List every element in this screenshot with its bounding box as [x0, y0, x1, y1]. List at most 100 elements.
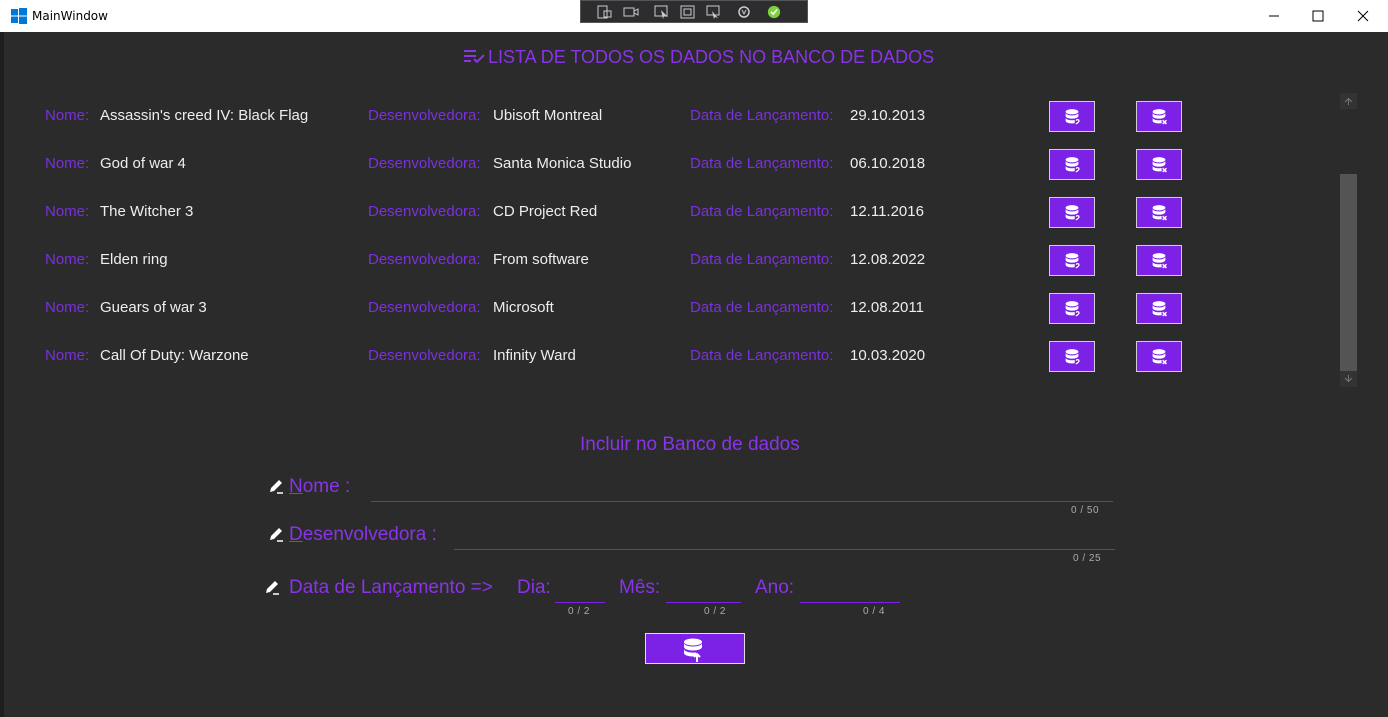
game-release-date: 10.03.2020: [850, 347, 926, 364]
year-char-counter: 0 / 4: [863, 606, 885, 617]
release-label: Data de Lançamento:: [690, 107, 834, 124]
day-char-counter: 0 / 2: [568, 606, 590, 617]
name-field-label: Nome :: [289, 476, 351, 497]
scroll-down-button[interactable]: [1340, 371, 1357, 387]
edit-record-button[interactable]: [1049, 341, 1095, 372]
maximize-icon[interactable]: [1307, 6, 1329, 26]
database-edit-icon: [1065, 253, 1080, 269]
game-name: Call Of Duty: Warzone: [100, 347, 249, 364]
database-edit-icon: [1065, 349, 1080, 365]
game-row: Nome: The Witcher 3 Desenvolvedora: CD Proj…: [0, 197, 1340, 229]
delete-record-button[interactable]: [1136, 149, 1182, 180]
game-row: Nome: Assassin's creed IV: Black Flag Dese…: [0, 101, 1340, 133]
day-input[interactable]: [555, 602, 605, 603]
edit-record-button[interactable]: [1049, 293, 1095, 324]
page-title: LISTA DE TODOS OS DADOS NO BANCO DE DADO…: [488, 47, 935, 67]
name-label: Nome:: [45, 251, 90, 268]
edit-record-button[interactable]: [1049, 245, 1095, 276]
month-input[interactable]: [666, 602, 741, 603]
close-icon[interactable]: [1352, 6, 1374, 26]
game-name: God of war 4: [100, 155, 186, 172]
edit-record-button[interactable]: [1049, 149, 1095, 180]
developer-label: Desenvolvedora:: [368, 155, 481, 172]
game-name: The Witcher 3: [100, 203, 194, 220]
delete-record-button[interactable]: [1136, 197, 1182, 228]
live-tree-icon[interactable]: [597, 5, 613, 19]
day-label: Dia:: [517, 577, 551, 598]
game-name: Assassin's creed IV: Black Flag: [100, 107, 309, 124]
database-edit-icon: [1065, 109, 1080, 125]
title-bar: MainWindow: [0, 0, 1388, 32]
developer-label: Desenvolvedora:: [368, 107, 481, 124]
game-developer: CD Project Red: [493, 203, 598, 220]
hot-reload-icon[interactable]: [736, 5, 752, 19]
release-label: Data de Lançamento:: [690, 251, 834, 268]
name-char-counter: 0 / 50: [1071, 505, 1100, 516]
month-char-counter: 0 / 2: [704, 606, 726, 617]
pencil-icon: [270, 480, 283, 494]
track-focus-icon[interactable]: [706, 5, 722, 19]
database-remove-icon: [1152, 349, 1167, 365]
game-name: Guears of war 3: [100, 299, 207, 316]
display-adorners-icon[interactable]: [680, 5, 696, 19]
arrow-up-icon: [1344, 97, 1353, 105]
arrow-down-icon: [1344, 375, 1353, 383]
game-developer: Infinity Ward: [493, 347, 576, 364]
main-content: [4, 32, 1387, 714]
game-developer: Ubisoft Montreal: [493, 107, 603, 124]
select-element-icon[interactable]: [654, 5, 670, 19]
xaml-debug-toolbar: [580, 0, 808, 23]
edit-record-button[interactable]: [1049, 197, 1095, 228]
database-remove-icon: [1152, 301, 1167, 317]
windows-logo-icon: [11, 8, 27, 24]
delete-record-button[interactable]: [1136, 101, 1182, 132]
scrollbar-thumb[interactable]: [1340, 174, 1357, 371]
name-label: Nome:: [45, 155, 90, 172]
game-release-date: 29.10.2013: [850, 107, 926, 124]
year-input[interactable]: [800, 602, 900, 603]
game-developer: Santa Monica Studio: [493, 155, 632, 172]
delete-record-button[interactable]: [1136, 341, 1182, 372]
developer-label: Desenvolvedora:: [368, 203, 481, 220]
scroll-up-button[interactable]: [1340, 93, 1357, 109]
database-edit-icon: [1065, 205, 1080, 221]
add-to-database-button[interactable]: [645, 633, 745, 664]
game-developer: Microsoft: [493, 299, 554, 316]
form-title: Incluir no Banco de dados: [580, 434, 800, 455]
checklist-icon: [464, 50, 485, 64]
minimize-icon[interactable]: [1263, 6, 1285, 26]
developer-label: Desenvolvedora:: [368, 299, 481, 316]
database-edit-icon: [1065, 157, 1080, 173]
name-input[interactable]: [371, 501, 1113, 502]
release-date-label: Data de Lançamento =>: [289, 577, 493, 598]
game-release-date: 06.10.2018: [850, 155, 926, 172]
game-row: Nome: Guears of war 3 Desenvolvedora: Micro…: [0, 293, 1340, 325]
database-remove-icon: [1152, 109, 1167, 125]
delete-record-button[interactable]: [1136, 245, 1182, 276]
name-label: Nome:: [45, 347, 90, 364]
game-row: Nome: Elden ring Desenvolvedora: From softw…: [0, 245, 1340, 277]
database-remove-icon: [1152, 253, 1167, 269]
developer-char-counter: 0 / 25: [1073, 553, 1102, 564]
edit-record-button[interactable]: [1049, 101, 1095, 132]
pencil-icon: [266, 581, 279, 595]
release-label: Data de Lançamento:: [690, 347, 834, 364]
pencil-icon: [270, 528, 283, 542]
database-remove-icon: [1152, 205, 1167, 221]
developer-label: Desenvolvedora:: [368, 347, 481, 364]
window-title: MainWindow: [32, 9, 108, 23]
database-edit-icon: [1065, 301, 1080, 317]
game-row: Nome: Call Of Duty: Warzone Desenvolvedora…: [0, 341, 1340, 373]
developer-input[interactable]: [454, 549, 1115, 550]
database-upload-icon: [684, 638, 702, 662]
camera-icon[interactable]: [623, 5, 639, 19]
game-release-date: 12.11.2016: [850, 203, 924, 220]
name-label: Nome:: [45, 107, 90, 124]
delete-record-button[interactable]: [1136, 293, 1182, 324]
release-label: Data de Lançamento:: [690, 203, 834, 220]
month-label: Mês:: [619, 577, 661, 598]
vertical-scrollbar[interactable]: [1340, 93, 1357, 387]
name-label: Nome:: [45, 299, 90, 316]
check-status-icon[interactable]: [766, 5, 782, 19]
database-remove-icon: [1152, 157, 1167, 173]
